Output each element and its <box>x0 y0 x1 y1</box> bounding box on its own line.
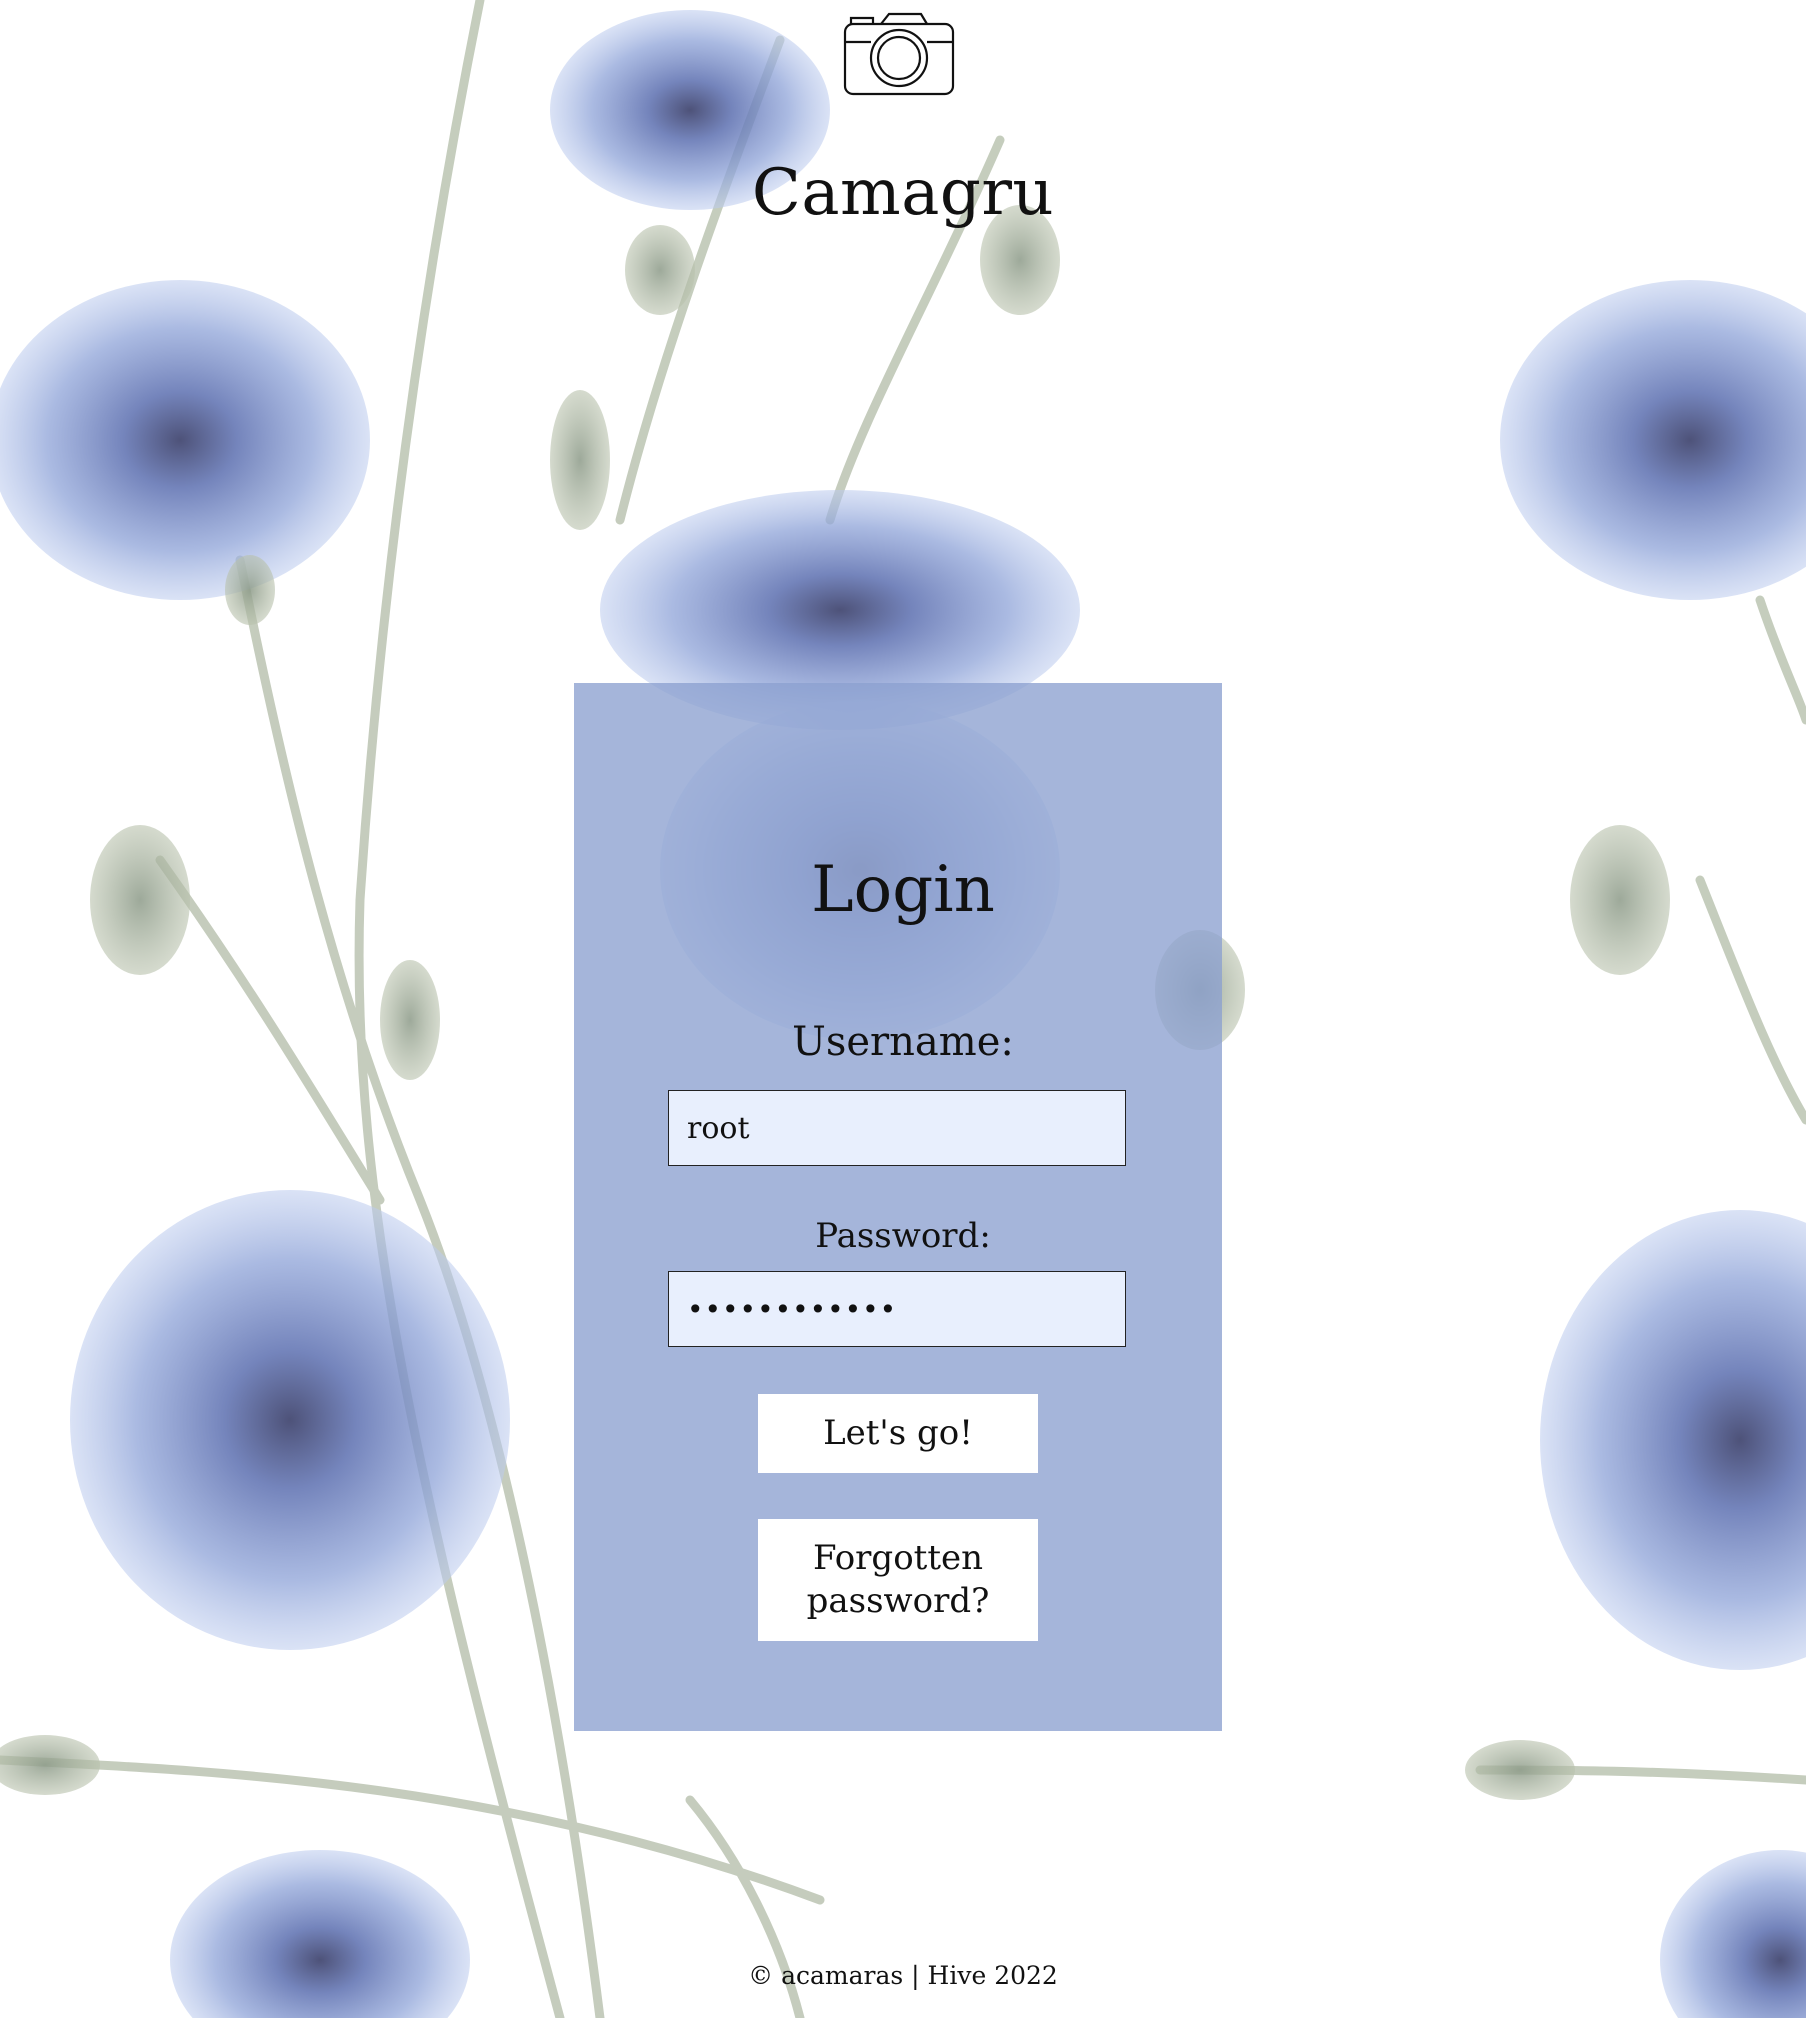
password-input[interactable] <box>668 1271 1126 1347</box>
site-brand: Camagru <box>751 156 1055 230</box>
username-input[interactable] <box>668 1090 1126 1166</box>
footer-copyright: © acamaras | Hive 2022 <box>748 1961 1058 1990</box>
camera-icon <box>843 12 955 96</box>
submit-button[interactable]: Let's go! <box>758 1394 1038 1473</box>
username-label: Username: <box>792 1019 1014 1065</box>
forgot-password-button[interactable]: Forgotten password? <box>758 1519 1038 1641</box>
password-label: Password: <box>815 1216 991 1256</box>
login-title: Login <box>811 853 995 927</box>
